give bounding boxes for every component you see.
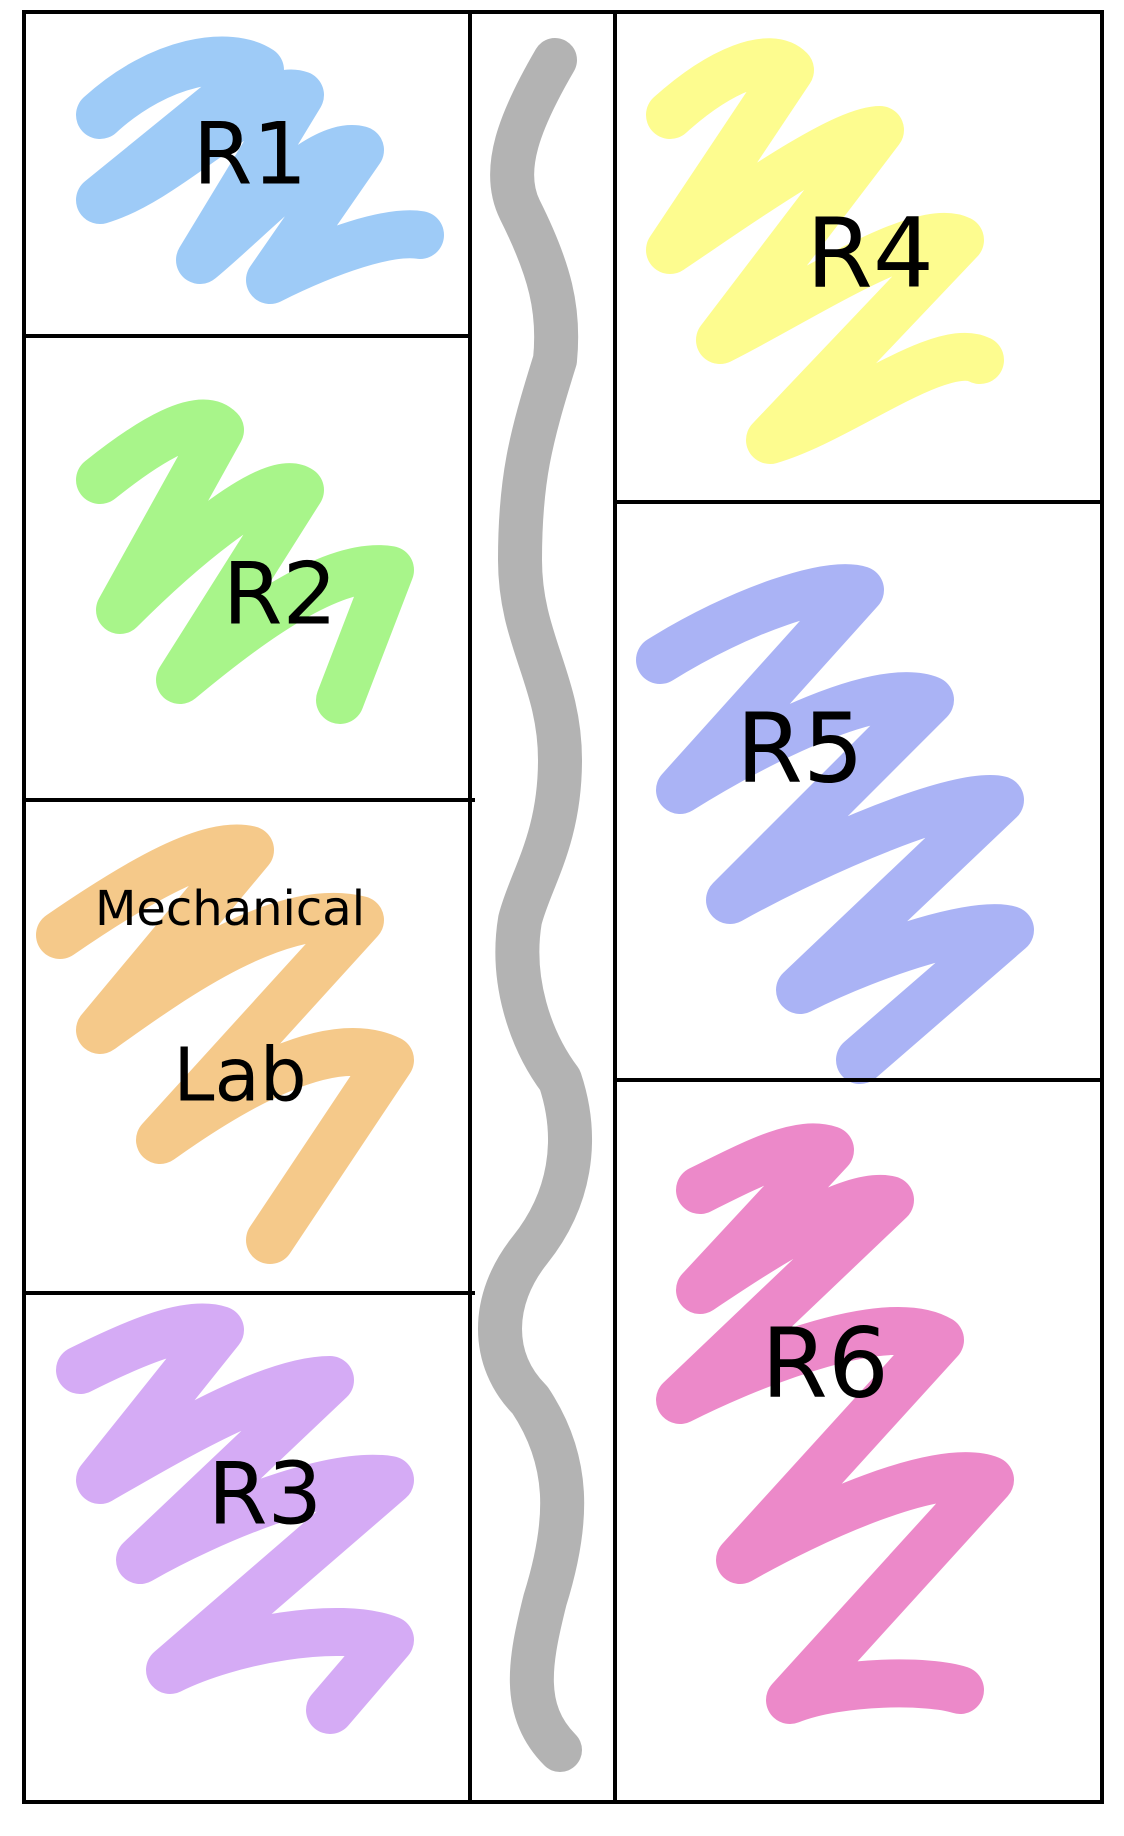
floor-plan-diagram: R1 R2 Mechanical Lab R3 R4 R5 R6	[22, 10, 1104, 1804]
room-label-r2: R2	[223, 544, 337, 644]
room-label-r3: R3	[208, 1444, 322, 1544]
room-label-mechanical-lab-line2: Lab	[173, 1033, 307, 1119]
corridor	[478, 38, 592, 1772]
room-label-r5: R5	[736, 692, 864, 804]
room-r5-fill	[636, 564, 1034, 1084]
room-label-r6: R6	[761, 1307, 889, 1419]
room-label-r1: R1	[193, 104, 307, 204]
room-label-r4: R4	[806, 197, 934, 309]
room-r6-fill	[656, 1123, 1014, 1724]
room-label-mechanical-lab-line1: Mechanical	[95, 881, 365, 937]
